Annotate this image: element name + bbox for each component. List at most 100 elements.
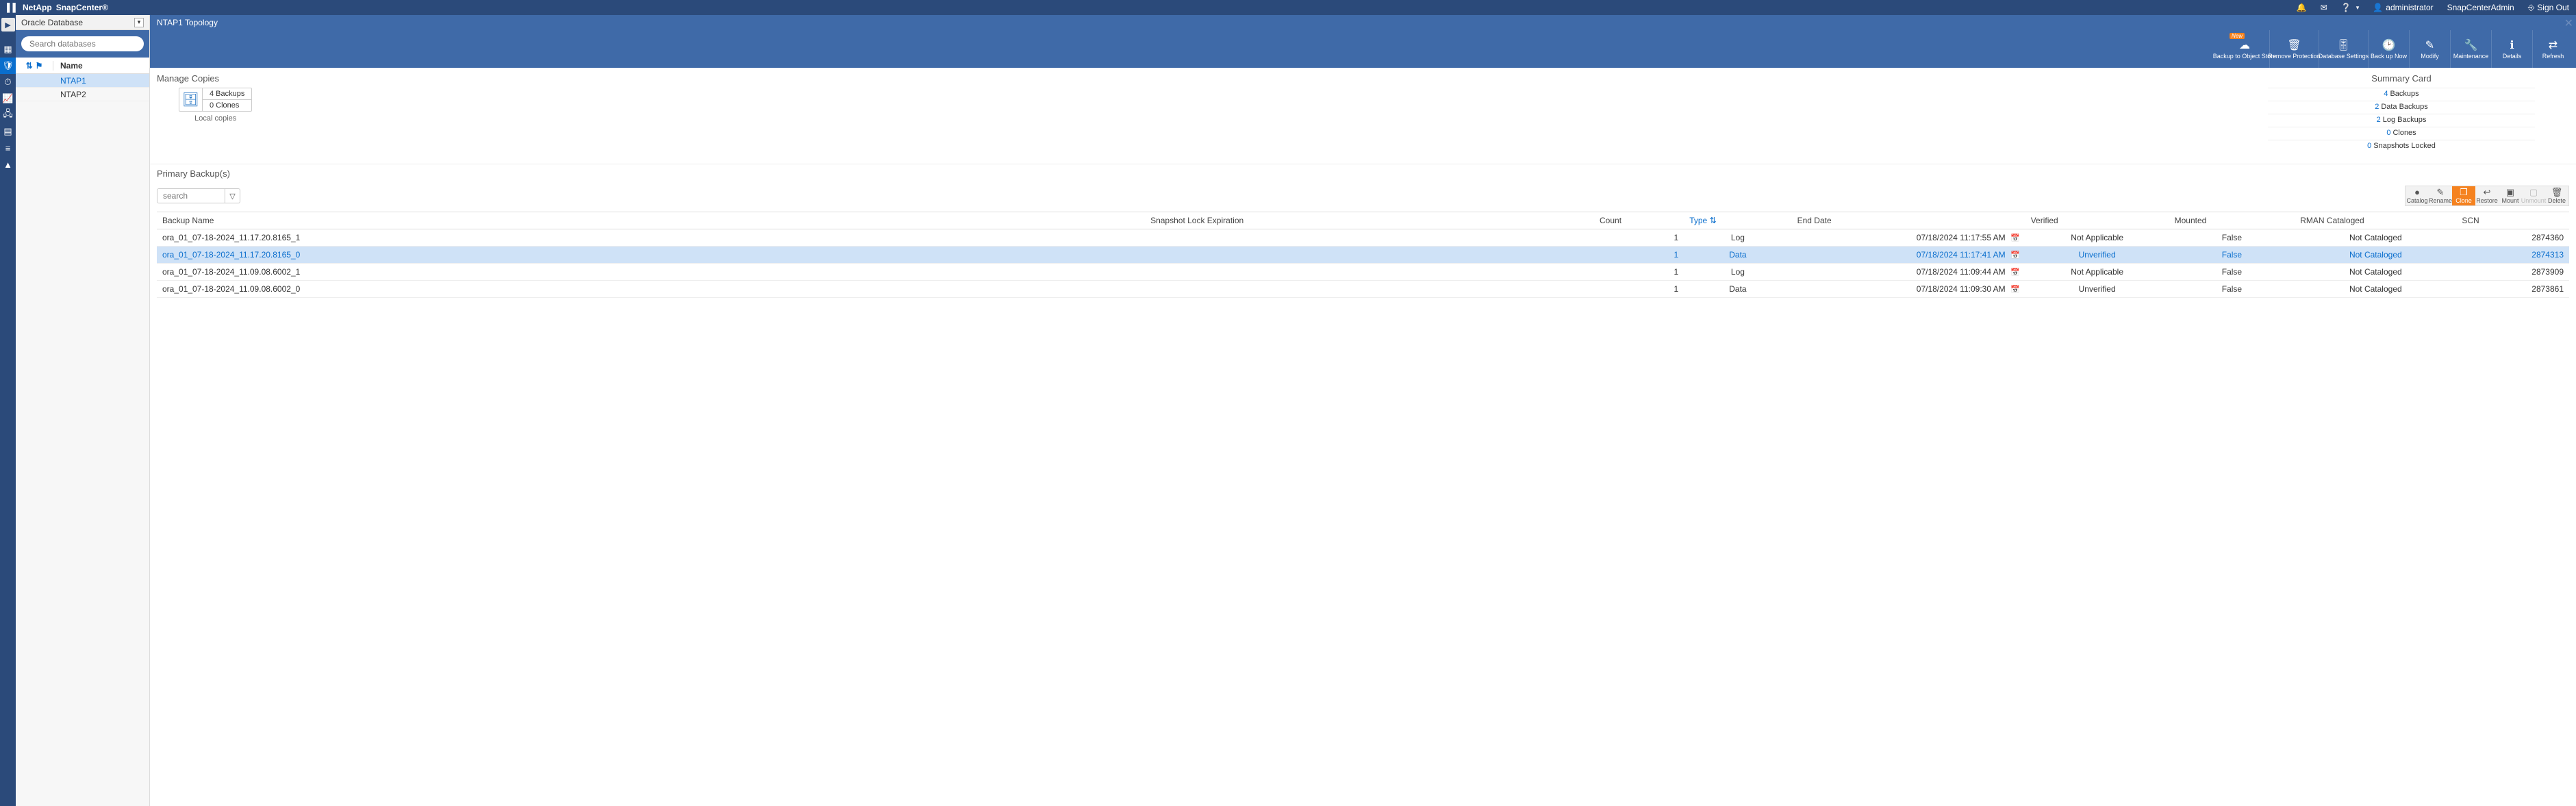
sign-out-button[interactable]: ⎆ Sign Out xyxy=(2521,0,2576,15)
col-backup-name[interactable]: Backup Name xyxy=(157,212,1145,229)
mini-tool-restore[interactable]: ↩Restore xyxy=(2475,186,2499,205)
mini-tool-delete[interactable]: 🗑Delete xyxy=(2545,186,2568,205)
col-rman[interactable]: RMAN Cataloged xyxy=(2295,212,2456,229)
col-end-date[interactable]: End Date xyxy=(1792,212,2025,229)
cell-snap xyxy=(1145,247,1594,264)
db-list: NTAP1NTAP2 xyxy=(16,74,149,101)
signout-icon: ⎆ xyxy=(2528,3,2535,13)
nav-rail: ▶ ▦ 🛡 ⏱ 📈 🖧 ▤ ≡ ▲ xyxy=(0,15,16,806)
name-header[interactable]: Name xyxy=(53,61,83,71)
db-list-item[interactable]: NTAP1 xyxy=(16,74,149,88)
cell-count: 1 xyxy=(1594,229,1684,247)
context-dropdown[interactable]: ▾ xyxy=(134,18,144,27)
bell-icon[interactable]: 🔔 xyxy=(2290,0,2314,15)
new-badge: New xyxy=(2230,33,2245,39)
table-row[interactable]: ora_01_07-18-2024_11.09.08.6002_11Log07/… xyxy=(157,264,2569,281)
col-verified[interactable]: Verified xyxy=(2025,212,2169,229)
sort-controls[interactable]: ⇅ ⚑ xyxy=(16,61,53,71)
rail-reports-icon[interactable]: 📈 xyxy=(0,90,16,107)
rail-settings-icon[interactable]: ≡ xyxy=(0,140,16,156)
search-input[interactable] xyxy=(21,36,144,51)
toolbar-info-button[interactable]: ℹDetails xyxy=(2491,30,2532,68)
breadcrumb: NTAP1 Topology xyxy=(157,18,218,27)
summary-text: Log Backups xyxy=(2383,116,2427,124)
cell-scn: 2873909 xyxy=(2456,264,2569,281)
summary-line[interactable]: 0Clones xyxy=(2268,127,2535,138)
mini-label: Rename xyxy=(2429,197,2452,204)
col-snap-expiration[interactable]: Snapshot Lock Expiration xyxy=(1145,212,1594,229)
primary-search-input[interactable] xyxy=(157,188,225,203)
cell-end: 07/18/2024 11:17:55 AM 📅 xyxy=(1792,229,2025,247)
help-icon[interactable]: ❔ xyxy=(2334,0,2366,15)
rail-toggle[interactable]: ▶ xyxy=(1,18,15,32)
toolbar-label: Refresh xyxy=(2542,53,2564,60)
cell-count: 1 xyxy=(1594,264,1684,281)
delete-icon: 🗑 xyxy=(2551,188,2563,197)
rail-hosts-icon[interactable]: 🖧 xyxy=(0,107,16,123)
cell-type: Data xyxy=(1684,247,1791,264)
toolbar-wrench-button[interactable]: 🔧Maintenance xyxy=(2450,30,2491,68)
sliders-icon: 🎚 xyxy=(2336,39,2350,51)
cell-mounted: False xyxy=(2169,264,2295,281)
restore-icon: ↩ xyxy=(2484,188,2491,197)
mini-tool-catalog[interactable]: ●Catalog xyxy=(2405,186,2429,205)
user-menu[interactable]: 👤 administrator xyxy=(2366,0,2440,15)
cell-type: Data xyxy=(1684,281,1791,298)
mini-tool-clone[interactable]: ❐Clone xyxy=(2452,186,2475,205)
cell-verified: Unverified xyxy=(2025,247,2169,264)
toolbar-sliders-button[interactable]: 🎚Database Settings xyxy=(2319,30,2368,68)
mini-label: Catalog xyxy=(2406,197,2427,204)
rail-resources-icon[interactable]: 🛡 xyxy=(0,58,16,74)
mini-label: Mount xyxy=(2501,197,2518,204)
backups-table: Backup Name Snapshot Lock Expiration Cou… xyxy=(157,212,2569,298)
col-count[interactable]: Count xyxy=(1594,212,1684,229)
cell-scn: 2874360 xyxy=(2456,229,2569,247)
summary-line[interactable]: 2Log Backups xyxy=(2268,114,2535,125)
col-scn[interactable]: SCN xyxy=(2456,212,2569,229)
sort-desc-icon: ⇅ xyxy=(1710,216,1717,225)
toolbar-label: Details xyxy=(2503,53,2522,60)
database-icon: 🗄 xyxy=(179,88,203,111)
pencil-icon: ✎ xyxy=(2425,39,2434,51)
local-copies[interactable]: 🗄 4 Backups 0 Clones Local copies xyxy=(179,88,252,123)
rail-storage-icon[interactable]: ▤ xyxy=(0,123,16,140)
col-type[interactable]: Type ⇅ xyxy=(1684,212,1791,229)
backups-count-line: 4 Backups xyxy=(203,88,251,100)
summary-line[interactable]: 0Snapshots Locked xyxy=(2268,140,2535,151)
summary-line[interactable]: 4Backups xyxy=(2268,88,2535,99)
summary-text: Data Backups xyxy=(2381,103,2427,111)
mail-icon[interactable]: ✉ xyxy=(2314,0,2334,15)
rename-icon: ✎ xyxy=(2437,188,2445,197)
cell-name: ora_01_07-18-2024_11.09.08.6002_1 xyxy=(157,264,1145,281)
calendar-icon: 📅 xyxy=(2010,234,2020,242)
close-icon[interactable]: ✕ xyxy=(2564,16,2573,30)
toolbar-cloud-button[interactable]: New☁Backup to Object Store xyxy=(2220,30,2269,68)
wrench-icon: 🔧 xyxy=(2464,39,2478,51)
role-label[interactable]: SnapCenterAdmin xyxy=(2440,0,2521,15)
toolbar: New☁Backup to Object Store🗑Remove Protec… xyxy=(150,30,2576,68)
mini-label: Unmount xyxy=(2521,197,2547,204)
mini-tool-mount[interactable]: ▣Mount xyxy=(2499,186,2522,205)
table-row[interactable]: ora_01_07-18-2024_11.17.20.8165_11Log07/… xyxy=(157,229,2569,247)
cell-name: ora_01_07-18-2024_11.09.08.6002_0 xyxy=(157,281,1145,298)
filter-button[interactable]: ▽ xyxy=(225,188,240,203)
summary-num: 4 xyxy=(2384,90,2388,98)
toolbar-trash-button[interactable]: 🗑Remove Protection xyxy=(2269,30,2319,68)
brand-company: NetApp xyxy=(23,3,52,12)
db-list-item[interactable]: NTAP2 xyxy=(16,88,149,101)
col-mounted[interactable]: Mounted xyxy=(2169,212,2295,229)
summary-line[interactable]: 2Data Backups xyxy=(2268,101,2535,112)
toolbar-refresh-button[interactable]: ⇄Refresh xyxy=(2532,30,2573,68)
summary-num: 0 xyxy=(2386,129,2390,137)
toolbar-pencil-button[interactable]: ✎Modify xyxy=(2409,30,2450,68)
primary-title: Primary Backup(s) xyxy=(150,164,2576,183)
table-row[interactable]: ora_01_07-18-2024_11.09.08.6002_01Data07… xyxy=(157,281,2569,298)
rail-alerts-icon[interactable]: ▲ xyxy=(0,156,16,173)
table-row[interactable]: ora_01_07-18-2024_11.17.20.8165_01Data07… xyxy=(157,247,2569,264)
mini-tool-rename[interactable]: ✎Rename xyxy=(2429,186,2452,205)
rail-dashboard-icon[interactable]: ▦ xyxy=(0,41,16,58)
summary-text: Backups xyxy=(2390,90,2419,98)
rail-monitor-icon[interactable]: ⏱ xyxy=(0,74,16,90)
toolbar-clock-button[interactable]: 🕑Back up Now xyxy=(2368,30,2409,68)
clones-count-line: 0 Clones xyxy=(203,100,251,111)
